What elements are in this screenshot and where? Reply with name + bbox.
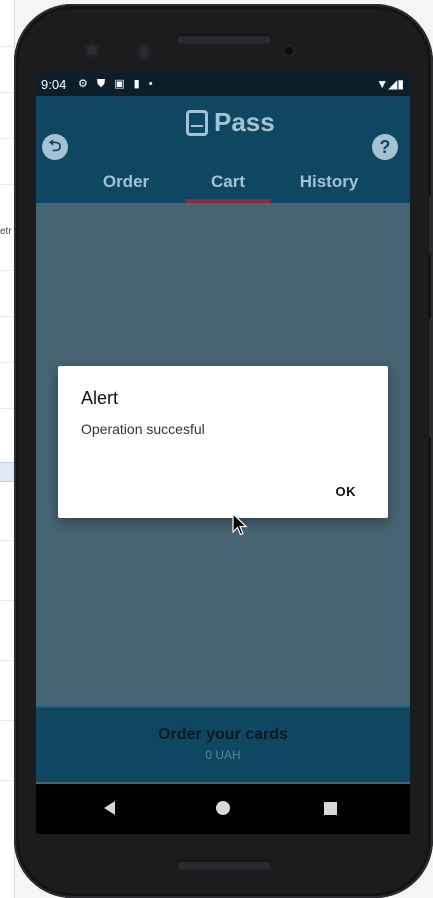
order-cards-title: Order your cards <box>158 726 288 743</box>
alert-dialog: Alert Operation succesful OK <box>58 366 388 518</box>
top-speaker <box>176 34 272 44</box>
volume-button[interactable] <box>429 195 433 255</box>
status-time: 9:04 <box>41 77 67 92</box>
order-total: 0 UAH <box>205 748 241 762</box>
tab-order[interactable]: Order <box>76 172 176 192</box>
background-selected-row <box>0 462 14 482</box>
proximity-sensor <box>282 44 296 58</box>
nav-home-icon[interactable] <box>216 801 230 815</box>
front-camera <box>136 44 152 60</box>
app-title: Pass <box>214 107 275 137</box>
tab-history[interactable]: History <box>279 172 379 192</box>
app-logo: Pass <box>186 107 275 138</box>
bottom-speaker <box>176 860 272 870</box>
device-screen: 9:04 ⚙ ⛊ ▣ ▮ • ▼◢▮ Pass ⮌ ? Order Cart H… <box>36 74 410 834</box>
background-editor-strip: etr <box>0 0 15 898</box>
front-sensor <box>84 42 100 58</box>
back-arrow-icon[interactable]: ⮌ <box>42 134 68 160</box>
background-text-fragment: etr <box>0 226 12 237</box>
tab-cart[interactable]: Cart <box>178 172 278 192</box>
status-notification-icons: ⚙ ⛊ ▣ ▮ • <box>78 78 156 90</box>
order-cards-bar[interactable]: Order your cards 0 UAH <box>36 706 410 782</box>
system-navigation-bar <box>36 784 410 834</box>
ok-button[interactable]: OK <box>336 484 357 499</box>
active-tab-indicator <box>185 199 271 203</box>
dialog-message: Operation succesful <box>81 421 205 437</box>
app-bar: Pass ⮌ ? Order Cart History <box>36 96 410 203</box>
bus-icon <box>186 110 208 136</box>
nav-back-icon[interactable] <box>104 801 115 815</box>
status-signal-battery-icons: ▼◢▮ <box>376 77 404 91</box>
dialog-title: Alert <box>81 388 119 408</box>
help-icon[interactable]: ? <box>372 134 398 160</box>
mouse-cursor-icon <box>232 513 248 536</box>
nav-recents-icon[interactable] <box>324 802 337 815</box>
status-bar: 9:04 ⚙ ⛊ ▣ ▮ • ▼◢▮ <box>36 74 410 96</box>
power-button[interactable] <box>429 318 433 438</box>
